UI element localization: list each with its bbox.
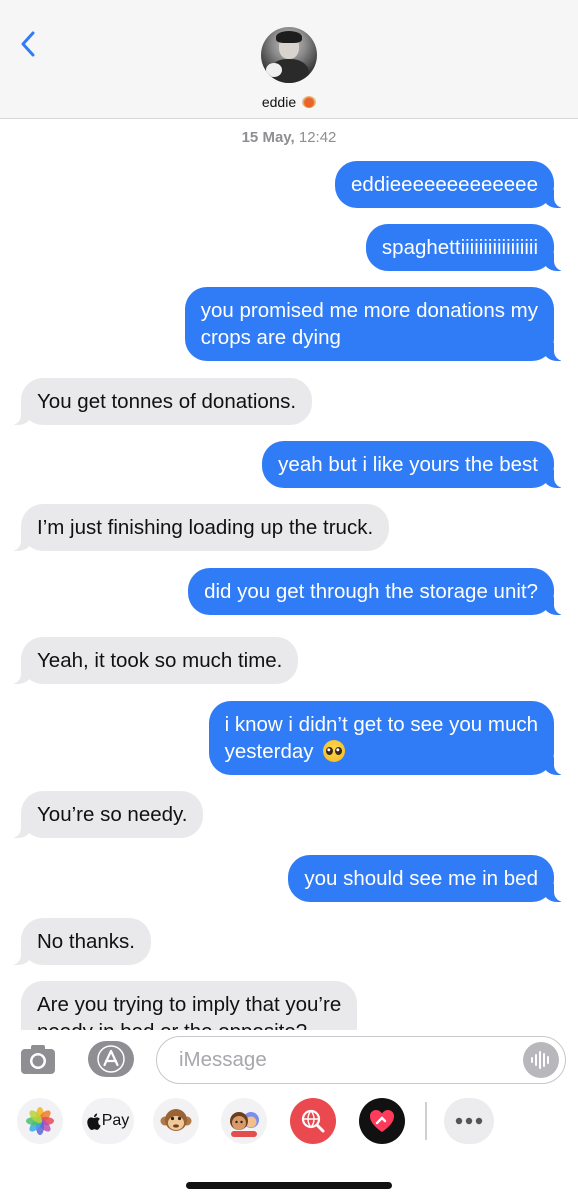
contact-avatar[interactable] — [261, 27, 317, 83]
imessage-apps-bar: Pay — [0, 1098, 578, 1146]
message-bubble-outgoing[interactable]: i know i didn’t get to see you much yest… — [208, 701, 569, 775]
timestamp-time: 12:42 — [298, 129, 337, 146]
message-bubble-outgoing[interactable]: you should see me in bed — [288, 855, 568, 902]
message-text: eddieeeeeeeeeeeee — [351, 173, 538, 196]
app-store-icon — [97, 1045, 125, 1073]
pleading-face-icon — [323, 740, 346, 762]
message-bubble-outgoing[interactable]: you promised me more donations my crops … — [184, 287, 569, 361]
heart-touch-icon — [370, 1110, 394, 1132]
more-apps-button[interactable] — [444, 1098, 494, 1144]
ellipsis-icon — [455, 1117, 483, 1125]
message-thread[interactable]: 15 May, 12:42 eddieeeeeeeeeeeee spaghett… — [0, 0, 578, 1030]
message-text-line: yesterday — [224, 740, 314, 763]
message-text-line: you promised me more donations my — [200, 299, 538, 322]
message-text: you should see me in bed — [304, 867, 538, 890]
message-bubble-incoming[interactable]: Are you trying to imply that you’re need… — [21, 981, 358, 1030]
imessage-input[interactable] — [179, 1037, 509, 1083]
message-bubble-incoming[interactable]: No thanks. — [7, 918, 151, 965]
message-text-line: needy in bed or the opposite? — [37, 1020, 307, 1030]
back-button[interactable] — [14, 26, 42, 62]
message-text: No thanks. — [37, 930, 135, 953]
message-text-line: i know i didn’t get to see you much — [224, 713, 538, 736]
message-text-line: crops are dying — [200, 326, 341, 349]
message-bubble-outgoing[interactable]: spaghettiiiiiiiiiiiiiiiii — [365, 224, 569, 271]
message-text: You’re so needy. — [37, 803, 188, 826]
message-text: Yeah, it took so much time. — [37, 649, 283, 672]
message-bubble-incoming[interactable]: You get tonnes of donations. — [6, 378, 313, 425]
digital-touch-app-button[interactable] — [359, 1098, 405, 1144]
message-text: did you get through the storage unit? — [204, 580, 538, 603]
photos-app-button[interactable] — [17, 1098, 63, 1144]
memoji-icon — [230, 1112, 259, 1137]
animoji-app-button[interactable] — [153, 1098, 199, 1144]
camera-icon — [21, 1045, 55, 1074]
photos-icon — [26, 1107, 54, 1135]
message-text: spaghettiiiiiiiiiiiiiiiii — [381, 236, 538, 259]
message-text: yeah but i like yours the best — [278, 453, 538, 476]
app-store-button[interactable] — [88, 1041, 134, 1077]
message-text: You get tonnes of donations. — [37, 390, 297, 413]
spaghetti-icon — [302, 96, 317, 108]
message-text: I’m just finishing loading up the truck. — [37, 516, 374, 539]
message-bubble-incoming[interactable]: I’m just finishing loading up the truck. — [6, 504, 390, 551]
contact-name-label: eddie — [261, 94, 297, 110]
search-images-app-button[interactable] — [290, 1098, 336, 1144]
apple-logo-icon — [86, 1113, 101, 1130]
apple-pay-app-button[interactable]: Pay — [82, 1098, 134, 1144]
apps-divider — [425, 1102, 427, 1140]
contact-name[interactable]: eddie — [0, 94, 578, 110]
home-indicator[interactable] — [186, 1182, 392, 1189]
chevron-left-icon — [21, 31, 35, 57]
conversation-header: eddie — [0, 0, 578, 119]
timestamp-date: 15 May, — [241, 129, 295, 146]
message-bubble-incoming[interactable]: You’re so needy. — [6, 791, 204, 838]
message-text-line: Are you trying to imply that you’re — [37, 993, 342, 1016]
message-bubble-outgoing[interactable]: eddieeeeeeeeeeeee — [335, 161, 568, 208]
audio-message-button[interactable] — [523, 1042, 559, 1078]
message-bubble-outgoing[interactable]: yeah but i like yours the best — [262, 441, 568, 488]
monkey-icon — [160, 1109, 192, 1131]
message-bubble-outgoing[interactable]: did you get through the storage unit? — [188, 568, 568, 615]
globe-search-icon — [301, 1109, 325, 1133]
timestamp: 15 May, 12:42 — [0, 129, 578, 146]
message-bubble-incoming[interactable]: Yeah, it took so much time. — [6, 637, 299, 684]
camera-button[interactable] — [18, 1041, 58, 1077]
audio-waveform-icon — [531, 1051, 549, 1069]
apple-pay-label: Pay — [101, 1112, 130, 1129]
memoji-app-button[interactable] — [221, 1098, 267, 1144]
imessage-field[interactable] — [156, 1036, 566, 1084]
